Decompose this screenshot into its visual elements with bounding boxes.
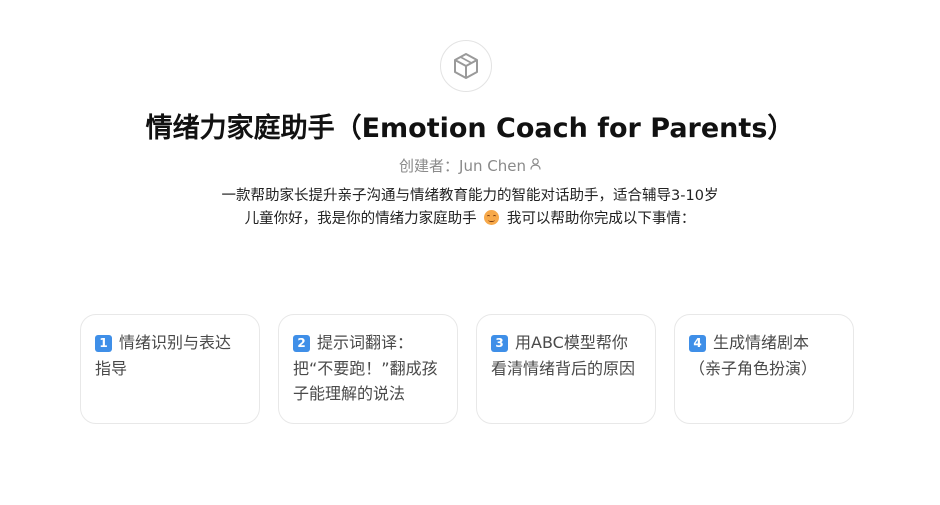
suggestion-text: 情绪识别与表达指导: [95, 333, 232, 378]
creator-label: 创建者：: [399, 157, 460, 175]
user-icon: [530, 156, 541, 174]
bot-intro-page: 情绪力家庭助手（Emotion Coach for Parents） 创建者：J…: [0, 0, 940, 505]
smiling-face-icon: [484, 209, 500, 225]
suggestion-card-3[interactable]: 3 用ABC模型帮你看清情绪背后的原因: [476, 314, 656, 424]
suggestion-card-2[interactable]: 2 提示词翻译：把“不要跑！”翻成孩子能理解的说法: [278, 314, 458, 424]
number-2-icon: 2: [293, 335, 310, 352]
suggestion-card-1[interactable]: 1 情绪识别与表达指导: [80, 314, 260, 424]
bot-description: 一款帮助家长提升亲子沟通与情绪教育能力的智能对话助手，适合辅导3-10岁儿童你好…: [220, 185, 720, 230]
bot-avatar: [440, 40, 492, 92]
suggestion-text: 生成情绪剧本（亲子角色扮演）: [689, 333, 818, 378]
creator-name[interactable]: Jun Chen: [459, 157, 526, 175]
cube-icon: [454, 53, 478, 79]
creator-line: 创建者：Jun Chen: [0, 155, 940, 176]
suggestion-list: 1 情绪识别与表达指导 2 提示词翻译：把“不要跑！”翻成孩子能理解的说法 3 用AB…: [80, 314, 854, 424]
number-1-icon: 1: [95, 335, 112, 352]
suggestion-text: 提示词翻译：把“不要跑！”翻成孩子能理解的说法: [293, 333, 438, 403]
number-3-icon: 3: [491, 335, 508, 352]
bot-title: 情绪力家庭助手（Emotion Coach for Parents）: [145, 113, 795, 144]
description-text-continued: 我可以帮助你完成以下事情：: [506, 210, 696, 227]
number-4-icon: 4: [689, 335, 706, 352]
suggestion-card-4[interactable]: 4 生成情绪剧本（亲子角色扮演）: [674, 314, 854, 424]
suggestion-text: 用ABC模型帮你看清情绪背后的原因: [491, 333, 636, 378]
